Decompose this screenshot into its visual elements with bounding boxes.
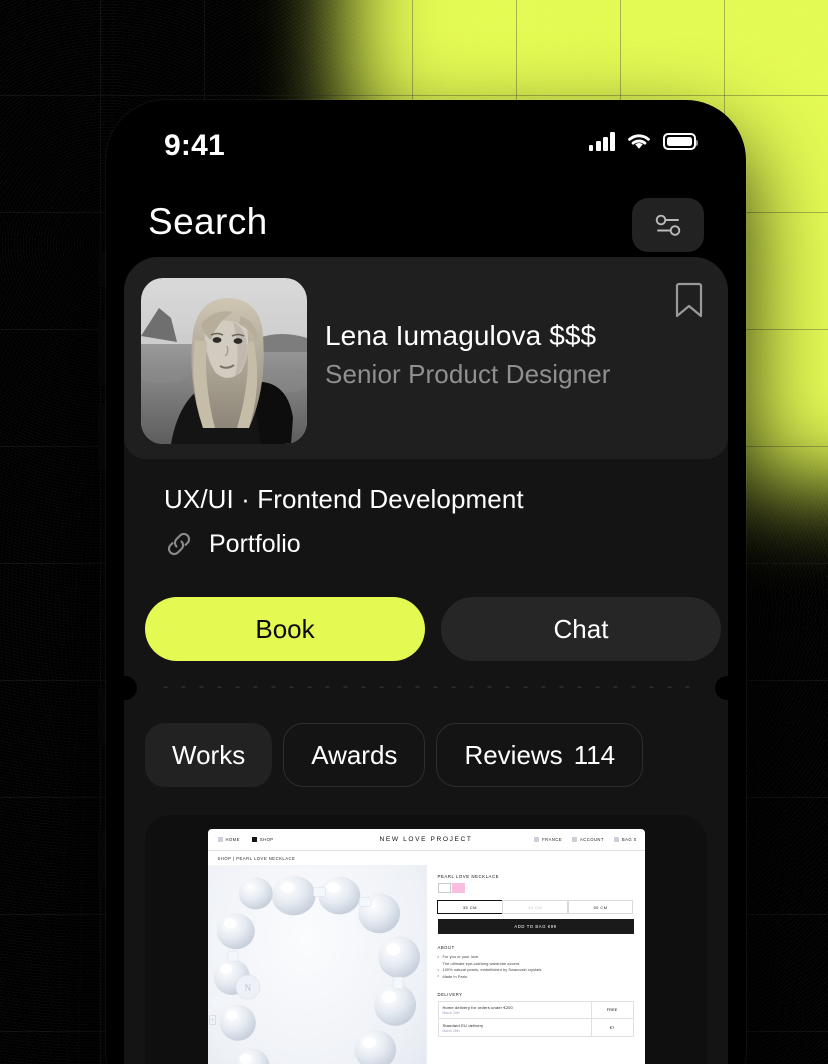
mockup-breadcrumb: SHOP | PEARL LOVE NECKLACE — [217, 856, 296, 861]
book-button[interactable]: Book — [145, 597, 425, 661]
size-selector: 35 CM 40 CM 50 CM — [436, 900, 634, 914]
chat-button[interactable]: Chat — [441, 597, 721, 661]
tab-works-label: Works — [172, 739, 246, 770]
portfolio-link[interactable]: Portfolio — [164, 529, 301, 559]
profile-name: Lena Iumagulova $$$ — [325, 320, 597, 351]
about-item: For you or your love. — [438, 954, 634, 961]
delivery-price: FREE — [590, 1001, 633, 1019]
bookmark-button[interactable] — [672, 280, 706, 320]
about-item: Made in Paris. — [438, 973, 634, 981]
delivery-table: Home delivery for orders under €200 Marc… — [437, 1000, 634, 1038]
delivery-service: Home delivery for orders under €200 — [442, 1004, 513, 1010]
user-avatar-photo — [141, 278, 307, 444]
tab-awards-label: Awards — [311, 739, 398, 770]
tab-reviews-count: 114 — [573, 739, 616, 770]
filter-button[interactable] — [632, 198, 704, 252]
tab-awards[interactable]: Awards — [283, 723, 426, 787]
tab-reviews[interactable]: Reviews 114 — [436, 723, 644, 787]
table-row: Standard EU delivery March 26th €7 — [439, 1019, 633, 1037]
product-detail-panel: PEARL LOVE NECKLACE 35 CM 40 CM 50 CM AD… — [427, 865, 645, 1064]
tab-works[interactable]: Works — [145, 723, 273, 787]
profile-role: Senior Product Designer — [325, 359, 611, 389]
svg-text:N: N — [244, 983, 251, 993]
signal-bars-icon — [588, 132, 615, 151]
phone-frame: 9:41 Search Lena Iumagulova $$$ Senior P… — [106, 100, 746, 1064]
delivery-eta: March 26th — [442, 1028, 460, 1033]
delivery-service: Standard EU delivery — [442, 1022, 484, 1028]
delivery-eta: March 24th — [442, 1011, 460, 1016]
size-option-50[interactable]: 50 CM — [567, 900, 634, 914]
work-preview-card[interactable]: HOME SHOP FRANCE ACCOUNT BAG 0 NEW LOVE … — [145, 815, 707, 1064]
product-title: PEARL LOVE NECKLACE — [437, 874, 500, 879]
page-title: Search — [148, 201, 268, 242]
delivery-price: €7 — [590, 1019, 633, 1037]
product-swatches — [437, 883, 634, 893]
size-option-40: 40 CM — [502, 900, 569, 914]
about-list: For you or your love. The ultimate eye-c… — [438, 954, 634, 981]
delivery-service-cell: Home delivery for orders under €200 Marc… — [439, 1002, 591, 1019]
avatar[interactable] — [141, 278, 307, 444]
mockup-brand: NEW LOVE PROJECT — [379, 836, 473, 843]
delivery-heading: DELIVERY — [437, 991, 463, 997]
about-heading: ABOUT — [437, 945, 455, 950]
wifi-icon — [628, 134, 650, 149]
sliders-filter-icon — [655, 214, 681, 236]
about-item: 100% natural pearls, embellished by Swar… — [438, 967, 634, 974]
swatch-pink[interactable] — [451, 883, 465, 893]
swatch-white[interactable] — [437, 883, 451, 893]
add-to-bag-button[interactable]: ADD TO BAG €99 — [437, 919, 634, 934]
mockup-body: N + PEARL LOVE NECKLACE 35 CM 40 CM 50 C… — [207, 865, 645, 1064]
battery-full-icon — [663, 133, 699, 150]
profile-skills: UX/UI · Frontend Development — [164, 484, 524, 514]
status-clock: 9:41 — [164, 129, 225, 162]
website-mockup: HOME SHOP FRANCE ACCOUNT BAG 0 NEW LOVE … — [207, 829, 645, 1064]
delivery-service-cell: Standard EU delivery March 26th — [439, 1019, 591, 1036]
tab-reviews-label: Reviews — [464, 739, 563, 770]
pearl-necklace-photo: N — [207, 865, 426, 1064]
tab-bar: Works Awards Reviews 114 — [145, 723, 644, 787]
status-bar: 9:41 — [106, 100, 746, 178]
bookmark-icon — [675, 282, 703, 318]
table-row: Home delivery for orders under €200 Marc… — [438, 1001, 633, 1020]
product-photo: N + — [207, 865, 427, 1064]
works-card: Works Awards Reviews 114 HOME SHOP FRANC… — [124, 688, 728, 1064]
mockup-side-tab[interactable]: + — [209, 1015, 216, 1025]
portfolio-label: Portfolio — [209, 529, 301, 558]
perforation-notch-right — [715, 676, 739, 700]
perforation-notch-left — [113, 676, 137, 700]
status-icons — [588, 132, 699, 151]
profile-actions: Book Chat — [145, 597, 721, 661]
size-option-35[interactable]: 35 CM — [436, 900, 503, 914]
about-item: The ultimate eye-catching wardrobe accen… — [442, 961, 521, 966]
link-chain-icon — [167, 532, 191, 556]
